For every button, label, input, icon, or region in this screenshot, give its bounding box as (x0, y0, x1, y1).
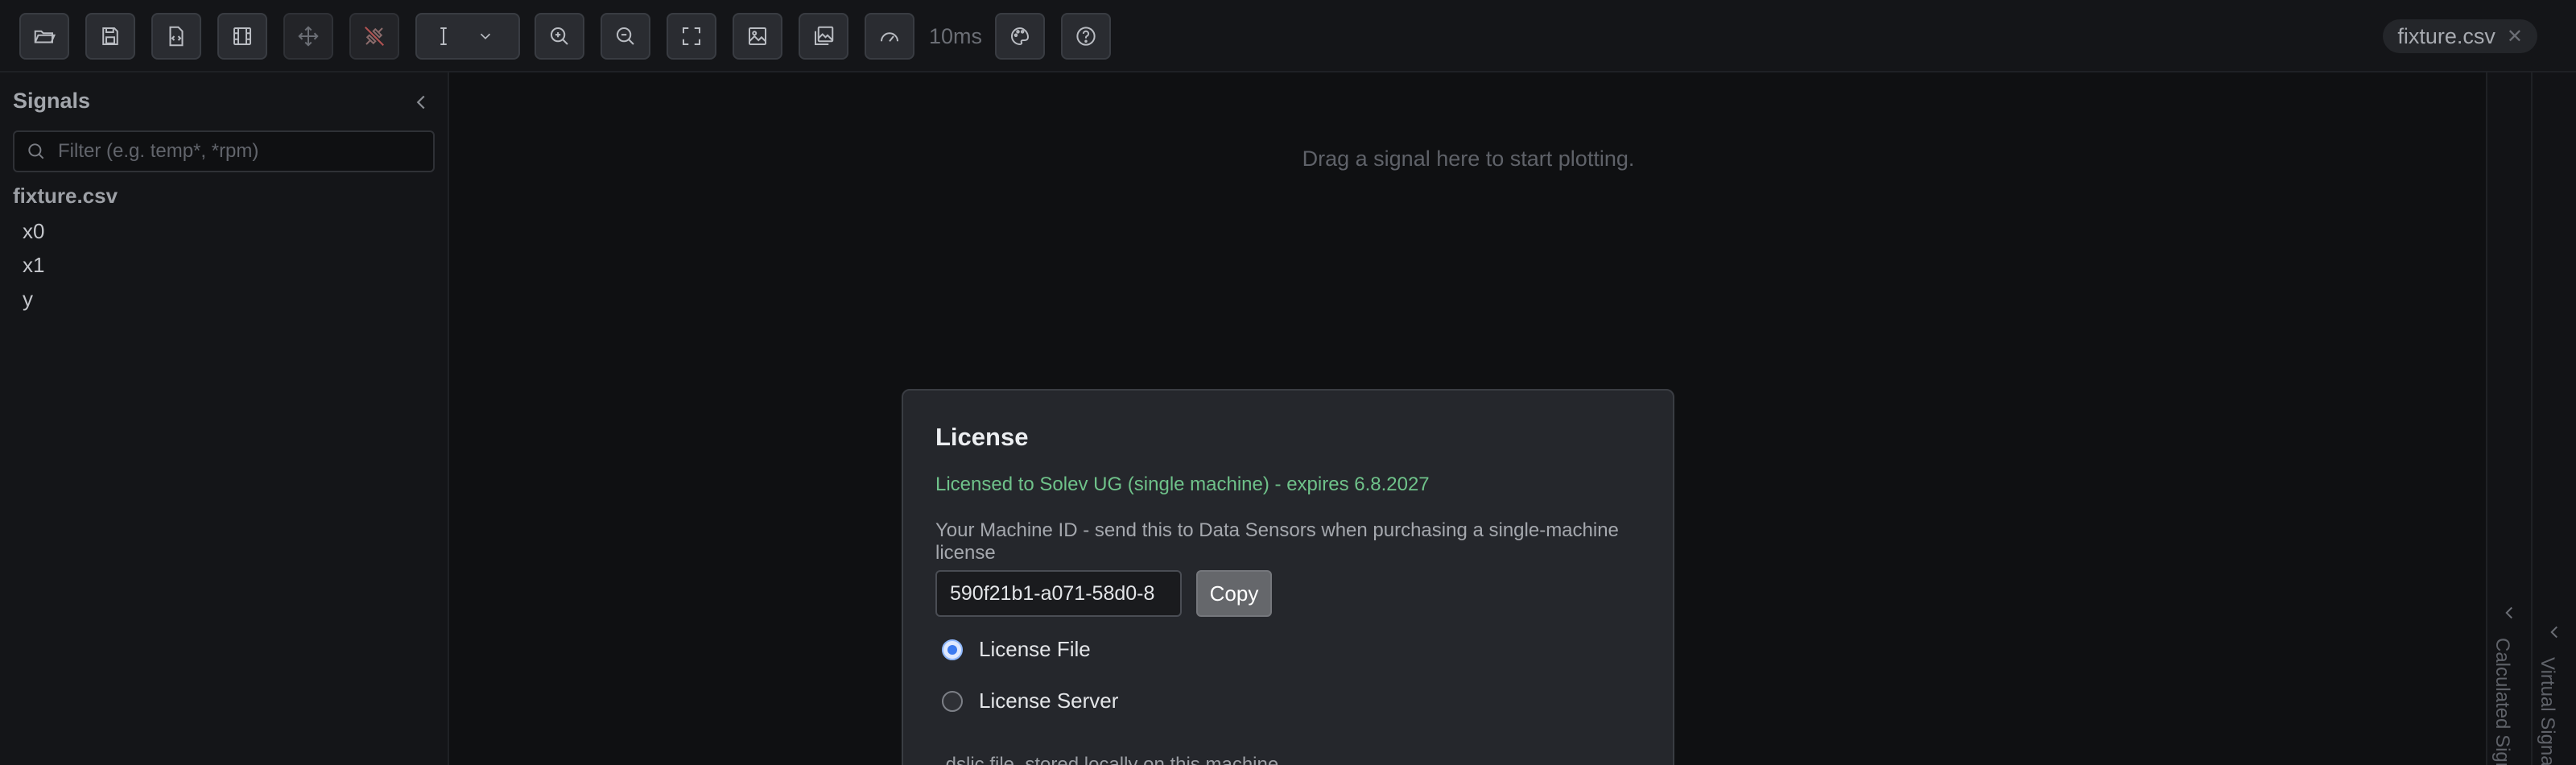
machine-id-description: Your Machine ID - send this to Data Sens… (935, 519, 1619, 564)
radio-unchecked[interactable] (942, 690, 963, 712)
disconnect-button[interactable] (349, 13, 399, 60)
performance-button[interactable] (865, 13, 914, 60)
film-icon (233, 27, 251, 45)
license-file-label: License File (979, 637, 1091, 661)
sidebar-title: Signals (13, 89, 91, 113)
chevron-left-icon[interactable] (2544, 622, 2565, 643)
radio-checked[interactable] (942, 639, 963, 660)
cursor-mode-select[interactable] (415, 13, 520, 60)
export-document-button[interactable] (151, 13, 201, 60)
copy-button[interactable]: Copy (1196, 570, 1272, 617)
signals-sidebar: Signals fixture.csv x0 x1 y (0, 72, 449, 765)
help-button[interactable] (1061, 13, 1111, 60)
zoom-in-button[interactable] (535, 13, 584, 60)
unplug-icon (365, 27, 384, 46)
help-circle-icon (1076, 27, 1096, 46)
virtual-signals-label: Virtual Signals (2537, 657, 2558, 765)
license-dialog: License Licensed to Solev UG (single mac… (902, 389, 1674, 765)
latency-label: 10ms (929, 24, 983, 48)
chevron-left-icon[interactable] (2499, 602, 2520, 623)
calculated-signals-label: Calculated Signals (2491, 638, 2513, 765)
license-server-label: License Server (979, 688, 1119, 713)
signal-item-x0[interactable]: x0 (23, 219, 44, 244)
search-icon (28, 143, 44, 159)
signal-group-title[interactable]: fixture.csv (13, 184, 118, 209)
text-cursor-icon (440, 27, 447, 45)
license-file-note: .dslic file, stored locally on this mach… (940, 754, 1279, 765)
save-icon (102, 27, 118, 45)
file-code-icon (169, 26, 184, 47)
machine-id-field[interactable] (935, 570, 1182, 617)
plot-hint: Drag a signal here to start plotting. (1302, 147, 1635, 171)
open-file-button[interactable] (19, 13, 69, 60)
license-file-option[interactable]: License File (942, 637, 1091, 662)
save-button[interactable] (85, 13, 135, 60)
virtual-signals-panel[interactable]: Virtual Signals (2531, 72, 2576, 765)
license-status: Licensed to Solev UG (single machine) - … (935, 473, 1430, 495)
dialog-title: License (935, 423, 1029, 451)
move-icon (298, 26, 319, 47)
zoom-out-button[interactable] (601, 13, 650, 60)
close-icon[interactable]: ✕ (2507, 25, 2523, 48)
signal-filter-input[interactable] (58, 140, 428, 163)
palette-icon (1011, 27, 1030, 46)
signal-filter (13, 130, 435, 172)
images-icon (815, 26, 834, 45)
gallery-button[interactable] (799, 13, 848, 60)
zoom-out-icon (617, 27, 634, 45)
calculated-signals-panel[interactable]: Calculated Signals (2486, 72, 2531, 765)
open-file-chip[interactable]: fixture.csv ✕ (2383, 19, 2537, 53)
license-server-option[interactable]: License Server (942, 688, 1118, 713)
fit-button[interactable] (667, 13, 716, 60)
toolbar: 10ms fixture.csv ✕ (0, 0, 2576, 72)
theme-button[interactable] (995, 13, 1045, 60)
chevron-left-icon[interactable] (409, 90, 433, 114)
folder-open-icon (34, 30, 56, 43)
app-window: 10ms fixture.csv ✕ Signals fixture.csv x… (0, 0, 2576, 765)
pan-button[interactable] (283, 13, 333, 60)
signal-item-x1[interactable]: x1 (23, 253, 44, 278)
fullscreen-icon (683, 27, 700, 45)
gauge-icon (881, 32, 898, 42)
export-image-button[interactable] (733, 13, 782, 60)
open-file-name: fixture.csv (2397, 23, 2496, 48)
chevron-down-icon (480, 33, 491, 39)
image-icon (749, 27, 766, 45)
zoom-in-icon (551, 27, 568, 45)
signal-item-y[interactable]: y (23, 287, 33, 312)
video-button[interactable] (217, 13, 267, 60)
